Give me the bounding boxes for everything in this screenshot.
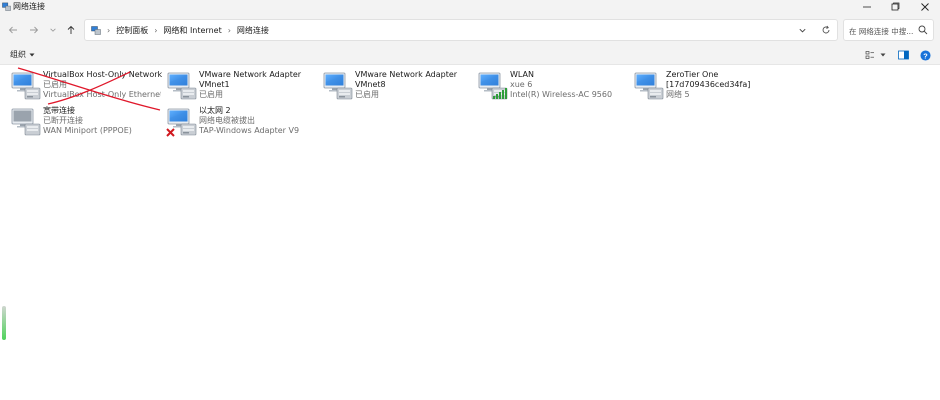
adapter-virtualbox[interactable]: VirtualBox Host-Only Network 已启用 Virtual… [10,70,163,104]
maximize-button[interactable] [880,0,910,14]
adapter-name: 宽带连接 [43,106,75,115]
adapter-status: 已启用 [355,90,379,99]
chevron-down-icon [50,28,56,32]
adapter-device: Intel(R) Wireless-AC 9560 [510,90,613,99]
breadcrumb-network-internet[interactable]: 网络和 Internet [163,25,221,36]
adapter-status: 网络 5 [666,90,690,99]
ethernet-adapter-disconnected-icon [166,106,198,137]
chevron-right-icon: › [154,25,158,35]
recent-locations-button[interactable] [46,23,60,37]
adapter-status: 已断开连接 [43,116,83,125]
adapter-name-line2: VMnet8 [355,80,386,89]
help-icon: ? [919,49,931,61]
adapter-device: TAP-Windows Adapter V9 [199,126,300,135]
view-options-button[interactable] [863,49,877,61]
adapter-name-line2: VMnet1 [199,80,230,89]
adapter-name: 以太网 2 [199,106,231,115]
forward-button[interactable] [27,23,41,37]
arrow-right-icon [30,26,39,34]
adapter-ethernet2[interactable]: 以太网 2 网络电缆被拔出 TAP-Windows Adapter V9 [166,106,316,140]
refresh-icon [822,25,830,34]
adapter-broadband[interactable]: 宽带连接 已断开连接 WAN Miniport (PPPOE) [10,106,160,140]
adapter-device: VirtualBox Host-Only Ethernet ... [43,90,161,99]
arrow-left-icon [8,26,17,34]
caret-down-icon [29,53,35,56]
up-button[interactable] [64,23,78,37]
caret-down-icon [880,53,886,57]
minimize-button[interactable] [852,0,882,14]
control-panel-icon [91,26,101,35]
preview-pane-button[interactable] [896,49,910,61]
scroll-indicator [2,306,6,340]
view-list-icon [865,51,874,59]
adapter-vmnet1[interactable]: VMware Network Adapter VMnet1 已启用 [166,70,316,104]
adapter-name-line2: [17d709436ced34fa] [666,80,751,89]
close-icon [921,3,929,11]
refresh-button[interactable] [819,23,833,37]
adapter-name: VMware Network Adapter [199,70,302,79]
chevron-right-icon: › [107,25,111,35]
chevron-down-icon [798,28,806,32]
svg-text:?: ? [923,51,928,60]
breadcrumb: › 控制面板 › 网络和 Internet › 网络连接 [91,20,269,40]
help-button[interactable]: ? [918,49,932,61]
address-bar[interactable]: › 控制面板 › 网络和 Internet › 网络连接 [84,19,838,41]
minimize-icon [863,6,871,8]
organize-label: 组织 [10,50,26,59]
network-connections-icon [2,2,11,11]
close-button[interactable] [910,0,940,14]
breadcrumb-network-connections[interactable]: 网络连接 [237,25,269,36]
address-history-button[interactable] [795,23,809,37]
arrow-up-icon [67,25,75,34]
adapter-name: ZeroTier One [666,70,719,79]
restore-icon [891,2,900,11]
ethernet-adapter-icon [10,70,42,102]
adapter-name: WLAN [510,70,535,79]
window-title: 网络连接 [13,2,45,11]
adapter-status: 已启用 [199,90,223,99]
adapter-status: 已启用 [43,80,67,89]
search-icon [918,25,928,35]
command-bar: 组织 ? [0,46,940,65]
ethernet-adapter-icon [166,70,198,102]
wifi-adapter-icon [477,70,509,102]
organize-menu[interactable]: 组织 [10,49,35,60]
red-x-icon [166,128,175,137]
adapter-wlan[interactable]: WLAN xue 6 Intel(R) Wireless-AC 9560 [477,70,627,104]
ethernet-adapter-icon [322,70,354,102]
adapter-status: xue 6 [510,80,533,89]
search-box[interactable] [843,19,934,41]
adapter-zerotier[interactable]: ZeroTier One [17d709436ced34fa] 网络 5 [633,70,783,104]
adapter-name: VMware Network Adapter [355,70,458,79]
adapter-status: 网络电缆被拔出 [199,116,255,125]
broadband-adapter-icon [11,108,41,136]
adapter-device: WAN Miniport (PPPOE) [43,126,132,135]
navigation-bar: › 控制面板 › 网络和 Internet › 网络连接 [0,14,940,46]
breadcrumb-control-panel[interactable]: 控制面板 [116,25,148,36]
adapter-name: VirtualBox Host-Only Network [43,70,163,79]
chevron-right-icon: › [227,25,231,35]
ethernet-adapter-icon [633,70,665,102]
view-dropdown-button[interactable] [876,49,890,61]
title-bar: 网络连接 [0,0,940,14]
adapter-vmnet8[interactable]: VMware Network Adapter VMnet8 已启用 [322,70,472,104]
search-input[interactable] [847,23,921,39]
preview-pane-icon [897,50,909,60]
back-button[interactable] [6,23,20,37]
